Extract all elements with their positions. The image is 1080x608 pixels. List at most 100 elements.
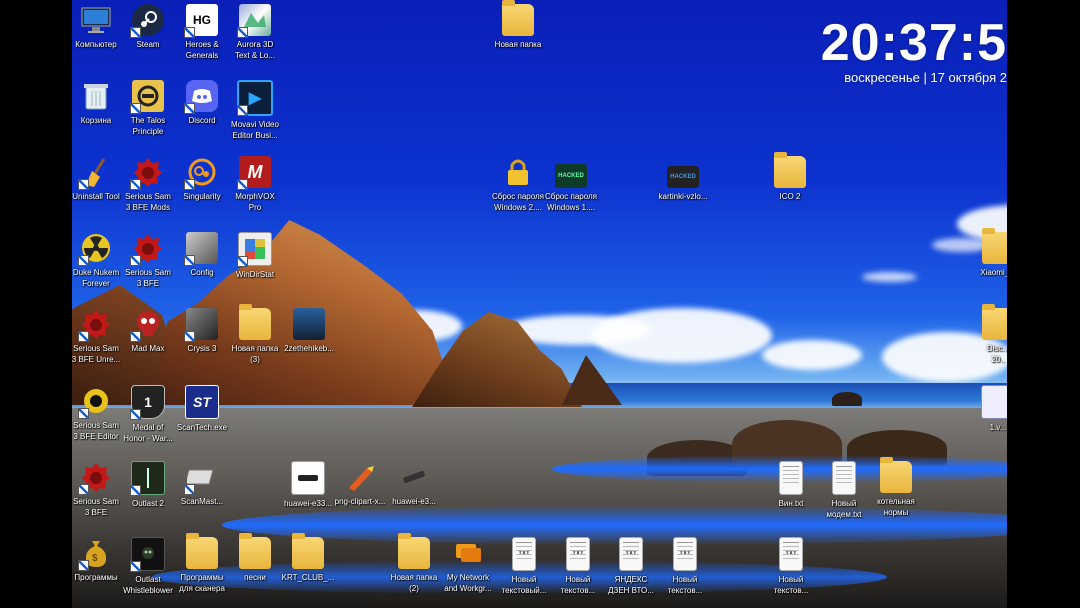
image-icon <box>293 308 325 340</box>
desktop-icon-ss3-mods[interactable]: Serious Sam 3 BFE Mods <box>118 156 178 213</box>
desktop-icon-krt-club[interactable]: KRT_CLUB_... <box>278 533 338 583</box>
desktop-icon-mad-max[interactable]: Mad Max <box>118 308 178 354</box>
talos-icon <box>130 80 164 114</box>
text-file-icon: TXT <box>566 537 590 571</box>
desktop-icon-discord[interactable]: Discord <box>172 80 232 126</box>
icon-label: ЯНДЕКС ДЗЕН ВТО... <box>608 575 654 595</box>
icon-label: KRT_CLUB_... <box>281 573 335 582</box>
text-file-icon: TXT <box>779 537 803 571</box>
clock-time: 20:37:5 <box>820 14 1007 72</box>
desktop-icon-windirstat[interactable]: WinDirStat <box>225 232 285 280</box>
gear-icon <box>78 385 112 419</box>
desktop-icon-huawei-2[interactable]: huawei-e3... <box>384 461 444 507</box>
icon-label: Новый текстов... <box>667 575 703 595</box>
icon-label: 1.v... <box>989 423 1007 432</box>
folder-icon <box>982 304 1007 340</box>
skull-icon <box>130 308 164 342</box>
config-icon <box>184 232 218 266</box>
desktop-icon-png-clipart[interactable]: png-clipart-x... <box>330 461 390 507</box>
desktop-icon-morphvox[interactable]: M MorphVOX Pro <box>225 156 285 213</box>
desktop-icon-zethehike[interactable]: 2zethehikeb... <box>279 308 339 354</box>
desktop-icon-sbros-1[interactable]: Сброс пароля Windows 2.... <box>488 156 548 213</box>
desktop-icon-disc[interactable]: Disc... 20.. <box>968 304 1007 365</box>
desktop-icon-ico2[interactable]: ICO 2 <box>760 152 820 202</box>
desktop-icon-novaya-papka[interactable]: Новая папка <box>488 0 548 50</box>
desktop-icon-kartinki[interactable]: HACKED kartinki-vzlo... <box>653 156 713 202</box>
desktop-icon-sbros-2[interactable]: HACKED Сброс пароля Windows 1.... <box>541 156 601 213</box>
desktop-icon-vin-txt[interactable]: Вин.txt <box>761 461 821 509</box>
icon-label: Новый текстовый... <box>501 575 547 595</box>
desktop-icon-config[interactable]: Config <box>172 232 232 278</box>
desktop-icon-novaya-papka-2[interactable]: Новая папка (2) <box>384 533 444 594</box>
desktop-icon-heroes-generals[interactable]: HG Heroes & Generals <box>172 4 232 61</box>
hacked-image-icon: HACKED <box>667 166 699 188</box>
desktop-icon-scanmast[interactable]: ScanMast... <box>172 461 232 507</box>
icon-label: Config <box>190 268 214 277</box>
icon-label: Aurora 3D Text & Lo... <box>234 40 276 60</box>
desktop-icon-novaya-papka-3[interactable]: Новая папка (3) <box>225 304 285 365</box>
desktop-icon-outlast2[interactable]: Outlast 2 <box>118 461 178 509</box>
clock-widget: 20:37:5 воскресенье | 17 октября 2 <box>821 16 1007 86</box>
singularity-icon <box>184 156 218 190</box>
icon-label: ScanMast... <box>180 497 224 506</box>
desktop-icon-network[interactable]: My Network and Workgr... <box>438 537 498 594</box>
icon-label: Discord <box>188 116 216 125</box>
folder-icon <box>239 304 271 340</box>
desktop-icon-txt-4[interactable]: TXT Новый текстов... <box>761 537 821 596</box>
desktop-icon-txt-1[interactable]: TXT Новый текстовый... <box>494 537 554 596</box>
recycle-bin-icon <box>80 80 112 112</box>
icon-label: Новая папка (2) <box>390 573 438 593</box>
desktop-icon-singularity[interactable]: Singularity <box>172 156 232 202</box>
icon-label: песни <box>244 573 266 582</box>
clock-date: воскресенье | 17 октября 2 <box>844 70 1007 85</box>
desktop-icon-medal-of-honor[interactable]: 1 Medal of Honor - War... <box>118 385 178 444</box>
icon-label: huawei-e3... <box>392 497 436 506</box>
desktop-icon-programmy-scanner[interactable]: Программы для сканера <box>172 533 232 594</box>
icon-label: Сброс пароля Windows 2.... <box>492 192 544 212</box>
desktop-icon-outlast-whistleblower[interactable]: Outlast Whistleblower <box>118 537 178 596</box>
outlast-icon <box>130 537 165 572</box>
serious-sam-icon <box>78 461 112 495</box>
icon-label: Steam <box>136 40 160 49</box>
discord-icon <box>184 80 218 114</box>
icon-label: Вин.txt <box>778 499 804 508</box>
file-icon <box>981 385 1007 419</box>
icon-label: ScanTech.exe <box>176 423 228 432</box>
movavi-icon: ▶ <box>237 80 273 116</box>
hacked-icon: HACKED <box>555 164 587 188</box>
desktop-icon-txt-3[interactable]: TXT Новый текстов... <box>655 537 715 596</box>
desktop: 20:37:5 воскресенье | 17 октября 2 Компь… <box>72 0 1007 608</box>
folder-icon <box>502 0 534 36</box>
desktop-icon-scantech[interactable]: ST ScanTech.exe <box>172 385 232 433</box>
desktop-icon-v1[interactable]: 1.v... <box>968 385 1007 433</box>
desktop-icon-yandex[interactable]: TXT ЯНДЕКС ДЗЕН ВТО... <box>601 537 661 596</box>
icon-label: My Network and Workgr... <box>444 573 492 593</box>
icon-label: Mad Max <box>131 344 165 353</box>
desktop-icon-kotelnaya[interactable]: котельная нормы <box>866 457 926 518</box>
crysis-icon <box>184 308 218 342</box>
heroes-generals-icon: HG <box>184 4 218 38</box>
icon-label: Новая папка (3) <box>231 344 279 364</box>
icon-label: Новый модем.txt <box>826 499 862 519</box>
desktop-icon-aurora[interactable]: Aurora 3D Text & Lo... <box>225 4 285 61</box>
money-bag-icon: $ <box>78 537 112 571</box>
desktop-icon-talos[interactable]: The Talos Principle <box>118 80 178 137</box>
desktop-icon-noviy-modem[interactable]: Новый модем.txt <box>814 461 874 520</box>
desktop-icon-movavi[interactable]: ▶ Movavi Video Editor Busi... <box>225 80 285 141</box>
icon-label: Disc... 20.. <box>986 344 1007 364</box>
icon-label: huawei-e33... <box>283 499 333 508</box>
broom-icon <box>78 156 112 190</box>
desktop-icon-xiaomi[interactable]: Xiaomi_... <box>968 228 1007 278</box>
text-file-icon <box>779 461 803 495</box>
desktop-icon-crysis3[interactable]: Crysis 3 <box>172 308 232 354</box>
desktop-icon-huawei-1[interactable]: huawei-e33... <box>278 461 338 509</box>
desktop-icon-ss3-bfe[interactable]: Serious Sam 3 BFE <box>118 232 178 289</box>
desktop-icon-txt-2[interactable]: TXT Новый текстов... <box>548 537 608 596</box>
text-file-icon: TXT <box>512 537 536 571</box>
icon-label: WinDirStat <box>235 270 275 279</box>
serious-sam-icon <box>130 156 164 190</box>
desktop-icon-steam[interactable]: Steam <box>118 4 178 50</box>
aurora-icon <box>237 4 271 38</box>
desktop-icon-pesni[interactable]: песни <box>225 533 285 583</box>
icon-label: Outlast Whistleblower <box>123 575 173 595</box>
